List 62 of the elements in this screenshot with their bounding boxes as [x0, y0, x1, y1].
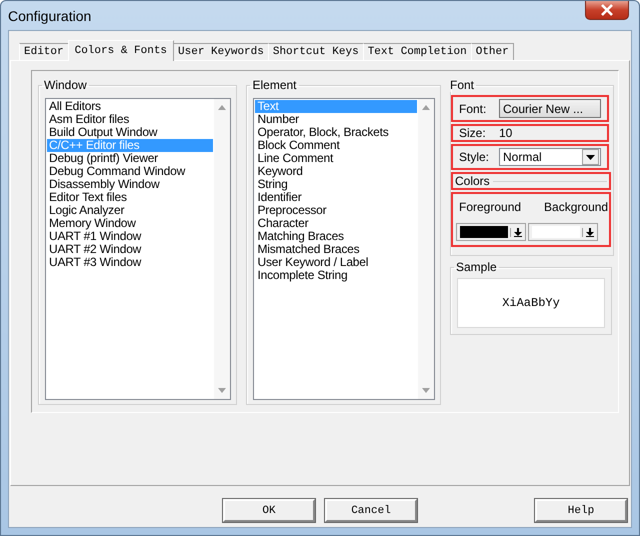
window-title: Configuration — [8, 8, 92, 24]
tab[interactable]: Other — [470, 43, 514, 60]
list-item[interactable]: UART #3 Window — [47, 256, 214, 269]
dropdown-arrow-icon — [514, 228, 522, 236]
list-item[interactable]: Build Output Window — [47, 126, 214, 139]
list-item[interactable]: String — [255, 178, 417, 191]
field-label: Font: — [459, 102, 488, 116]
list-item[interactable]: Number — [255, 113, 417, 126]
group-label: Element — [251, 78, 298, 92]
group-label: Sample — [455, 260, 498, 274]
list-item[interactable]: Line Comment — [255, 152, 417, 165]
list-item[interactable]: Operator, Block, Brackets — [255, 126, 417, 139]
color-picker[interactable] — [456, 223, 526, 241]
list-item[interactable]: User Keyword / Label — [255, 256, 417, 269]
dialog-button[interactable]: Help — [535, 499, 627, 522]
list-item[interactable]: Asm Editor files — [47, 113, 214, 126]
close-icon — [600, 4, 614, 16]
tab[interactable]: Shortcut Keys — [268, 43, 364, 60]
list-item[interactable]: Preprocessor — [255, 204, 417, 217]
color-label: Background — [544, 200, 608, 214]
list-item[interactable]: Memory Window — [47, 217, 214, 230]
scrollbar[interactable] — [214, 99, 230, 399]
scroll-up-icon[interactable] — [422, 105, 430, 110]
list-item[interactable]: UART #1 Window — [47, 230, 214, 243]
tab[interactable]: Colors & Fonts — [68, 40, 174, 61]
scroll-up-icon[interactable] — [218, 105, 226, 110]
element-listbox[interactable]: Text Number Operator, Block, Brackets Block Comment Line Comment Keyword String Identifier Preprocessor Character Matching Braces Mismatched Braces User Keyword / Label Incomplete String — [253, 98, 435, 400]
list-item[interactable]: Debug (printf) Viewer — [47, 152, 214, 165]
dialog-button[interactable]: Cancel — [325, 499, 417, 522]
list-item[interactable]: Character — [255, 217, 417, 230]
tab[interactable]: Text Completion — [362, 43, 472, 60]
list-item[interactable]: Block Comment — [255, 139, 417, 152]
list-item[interactable]: Logic Analyzer — [47, 204, 214, 217]
list-item[interactable]: All Editors — [47, 100, 214, 113]
group-label: Font — [449, 78, 476, 92]
list-item[interactable]: UART #2 Window — [47, 243, 214, 256]
dialog-button[interactable]: OK — [223, 499, 315, 522]
list-item[interactable]: Editor Text files — [47, 191, 214, 204]
list-item[interactable]: Incomplete String — [255, 269, 417, 282]
dropdown-arrow-icon — [586, 228, 594, 236]
dropdown-arrow-icon — [586, 154, 595, 160]
close-button[interactable] — [585, 1, 629, 20]
field-label: Size: — [459, 126, 487, 140]
list-item[interactable]: Disassembly Window — [47, 178, 214, 191]
scroll-down-icon[interactable] — [422, 388, 430, 393]
list-item[interactable]: Identifier — [255, 191, 417, 204]
sample-text: XiAaBbYy — [502, 296, 560, 310]
field-label: Style: — [459, 150, 490, 164]
list-item[interactable]: Keyword — [255, 165, 417, 178]
color-label: Foreground — [459, 200, 522, 214]
list-item[interactable]: Mismatched Braces — [255, 243, 417, 256]
scrollbar[interactable] — [418, 99, 434, 399]
list-item[interactable]: Matching Braces — [255, 230, 417, 243]
tab[interactable]: Editor — [19, 43, 69, 60]
group-label: Window — [43, 78, 88, 92]
color-picker[interactable] — [528, 223, 598, 241]
group-label: Colors — [455, 174, 490, 188]
size-value: 10 — [499, 126, 512, 140]
scroll-down-icon[interactable] — [218, 388, 226, 393]
style-dropdown[interactable]: Normal — [499, 148, 601, 166]
font-button[interactable]: Courier New ... — [499, 99, 601, 118]
list-item[interactable]: Debug Command Window — [47, 165, 214, 178]
